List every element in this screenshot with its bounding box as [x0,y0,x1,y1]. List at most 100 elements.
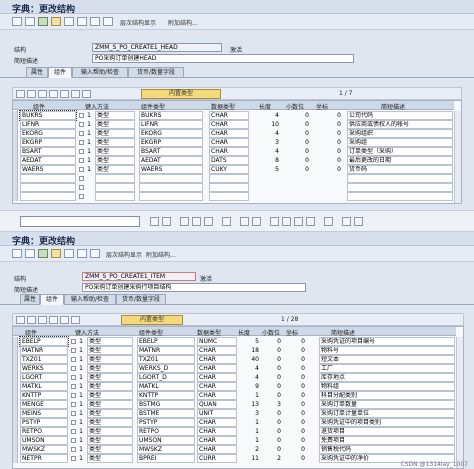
cell-typing-method[interactable] [95,192,135,201]
key-checkbox[interactable] [71,375,76,380]
cell-short-description[interactable]: 货币码 [347,165,453,174]
cell-short-description[interactable]: 物料号 [319,346,455,355]
cell-data-type[interactable]: NUMC [197,337,237,346]
row-selector[interactable] [13,147,18,156]
insert-row-icon[interactable] [49,90,58,98]
cell-component[interactable]: UMSON [20,436,68,445]
table-row[interactable]: NETPR 1 类型 BPREI CURR 11 2 0 采购凭证中的净价 [13,454,456,463]
cell-data-type[interactable]: CHAR [197,346,237,355]
cell-short-description[interactable]: 采购组织 [347,129,453,138]
cell-data-type[interactable]: CHAR [209,129,249,138]
key-checkbox[interactable] [71,429,76,434]
row-selector[interactable] [13,373,18,382]
cell-component[interactable]: KNTTP [20,391,68,400]
cell-typing-method[interactable]: 类型 [87,355,133,364]
key-checkbox[interactable] [71,456,76,461]
row-selector[interactable] [13,111,18,120]
empty-table-row[interactable] [13,174,454,183]
back-icon[interactable] [12,249,22,258]
cell-component[interactable]: MEINS [20,409,68,418]
cell-component-type[interactable]: LIFNR [139,120,203,129]
cell-typing-method[interactable]: 类型 [87,436,133,445]
row-selector[interactable] [13,409,18,418]
cell-component[interactable]: TXZ01 [20,355,68,364]
cell-short-description[interactable]: 最后更改的日期 [347,156,453,165]
tab-components[interactable]: 组件 [40,294,64,305]
find-icon[interactable] [82,90,91,98]
append-structure-button[interactable]: 附加结构... [168,18,198,27]
key-checkbox[interactable] [79,158,84,163]
cell-component[interactable]: EBELP [19,336,69,347]
row-selector[interactable] [13,183,18,192]
cell-typing-method[interactable]: 类型 [87,337,133,346]
object-list-icon[interactable] [77,17,87,26]
activate-icon[interactable] [51,17,61,26]
key-checkbox[interactable] [79,122,84,127]
predefined-type-button[interactable]: 内置类型 [121,315,183,325]
table-row[interactable]: BUKRS 1 类型 BUKRS CHAR 4 0 0 公司代码 [13,110,454,121]
table-row[interactable]: TXZ01 1 类型 TXZ01 CHAR 40 0 0 短文本 [13,355,456,364]
table-row[interactable]: RETPO 1 类型 RETPO CHAR 1 0 0 退货项目 [13,427,456,436]
row-selector[interactable] [13,400,18,409]
check-icon[interactable] [38,249,48,258]
hierarchy-display-button[interactable]: 层次结构显示 [106,250,142,259]
cell-data-type[interactable] [209,192,249,201]
table-row[interactable]: EKGRP 1 类型 EKGRP CHAR 3 0 0 采购组 [13,138,454,147]
cell-data-type[interactable]: CHAR [209,120,249,129]
cell-short-description[interactable]: 采购订单数量 [319,400,455,409]
row-selector[interactable] [13,364,18,373]
tab-attributes[interactable]: 属性 [20,294,40,305]
navigate-icon[interactable] [90,249,100,258]
cell-typing-method[interactable]: 类型 [95,147,135,156]
row-selector[interactable] [13,427,18,436]
cell-data-type[interactable] [209,183,249,192]
cell-data-type[interactable]: CHAR [197,355,237,364]
table-row[interactable]: EBELP 1 类型 EBELP NUMC 5 0 0 采购凭证的项目编号 [13,336,456,347]
cell-component-type[interactable]: MATKL [137,382,195,391]
row-selector[interactable] [13,165,18,174]
cell-data-type[interactable]: CHAR [197,364,237,373]
first-page-icon[interactable] [270,217,279,226]
table-row[interactable]: UMSON 1 类型 UMSON CHAR 1 0 0 免费项目 [13,436,456,445]
row-selector[interactable] [13,391,18,400]
cell-component-type[interactable]: MATNR [137,346,195,355]
exit-icon[interactable] [192,217,201,226]
cell-component-type[interactable]: WERKS_D [137,364,195,373]
cell-short-description[interactable]: 采购订单计量单位 [319,409,455,418]
cell-component[interactable]: MATNR [20,346,68,355]
table-row[interactable]: AEDAT 1 类型 AEDAT DATS 8 0 0 最后更改的日期 [13,156,454,165]
cell-data-type[interactable]: CHAR [197,436,237,445]
print-icon[interactable] [222,217,231,226]
cell-component-type[interactable]: BPREI [137,454,195,463]
cell-component[interactable]: RETPO [20,427,68,436]
hierarchy-display-button[interactable]: 层次结构显示 [120,18,156,27]
key-checkbox[interactable] [71,438,76,443]
table-scrollbar[interactable] [454,111,461,203]
key-checkbox[interactable] [71,366,76,371]
cell-typing-method[interactable]: 类型 [95,138,135,147]
cell-data-type[interactable]: CHAR [197,391,237,400]
cell-component[interactable]: WERKS [20,364,68,373]
table-row[interactable]: WERKS 1 类型 WERKS_D CHAR 4 0 0 工厂 [13,364,456,373]
copy-icon[interactable] [27,316,36,324]
key-checkbox[interactable] [71,402,76,407]
cell-typing-method[interactable]: 类型 [95,120,135,129]
cell-data-type[interactable]: CURR [197,454,237,463]
cell-component-type[interactable]: AEDAT [139,156,203,165]
cell-component[interactable] [20,183,76,192]
cell-component-type[interactable]: LGORT_D [137,373,195,382]
cell-data-type[interactable]: CHAR [197,418,237,427]
key-checkbox[interactable] [71,348,76,353]
row-selector[interactable] [13,192,18,201]
object-list-icon[interactable] [77,249,87,258]
cell-component-type[interactable]: EKORG [139,129,203,138]
cell-short-description[interactable] [347,192,453,201]
cell-short-description[interactable]: 订单类型（采购） [347,147,453,156]
cell-component[interactable]: MATKL [20,382,68,391]
cell-data-type[interactable]: CHAR [209,147,249,156]
cell-short-description[interactable] [347,174,453,183]
prev-page-icon[interactable] [282,217,291,226]
cell-component-type[interactable]: BSART [139,147,203,156]
cell-data-type[interactable] [209,174,249,183]
tab-currency-quantity[interactable]: 货币/数量字段 [128,67,184,78]
